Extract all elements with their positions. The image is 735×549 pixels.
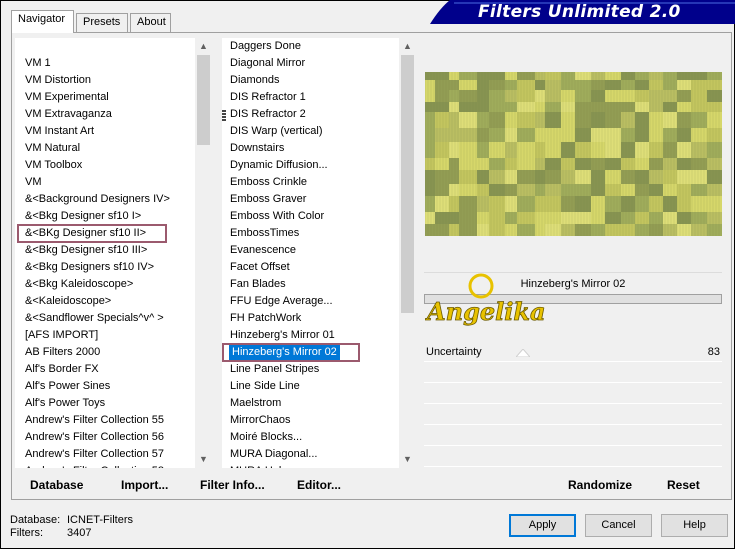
filter-info-button[interactable]: Filter Info... [200, 478, 265, 492]
category-scrollbar[interactable]: ▲ ▼ [195, 38, 212, 468]
list-item[interactable]: Hinzeberg's Mirror 01 [230, 327, 335, 344]
list-item[interactable]: Daggers Done [230, 38, 301, 55]
slider-marker-icon[interactable] [516, 349, 530, 357]
list-item[interactable]: VM Instant Art [25, 123, 94, 140]
list-item[interactable]: VM [25, 174, 42, 191]
param-row [424, 427, 722, 446]
param-row [424, 364, 722, 383]
list-item[interactable]: Andrew's Filter Collection 57 [25, 446, 164, 463]
list-item[interactable]: &<Bkg Designers sf10 IV> [25, 259, 154, 276]
list-item[interactable]: Andrew's Filter Collection 56 [25, 429, 164, 446]
param-row[interactable]: Uncertainty 83 [424, 343, 722, 362]
reset-button[interactable]: Reset [667, 478, 700, 492]
status-filters-value: 3407 [67, 527, 92, 539]
list-item[interactable]: VM Distortion [25, 72, 91, 89]
param-value: 83 [707, 346, 720, 358]
filter-scrollbar[interactable]: ▲ ▼ [399, 38, 416, 468]
scroll-up-icon[interactable]: ▲ [399, 38, 416, 55]
list-item[interactable]: &<Kaleidoscope> [25, 293, 111, 310]
highlight-box [17, 224, 167, 243]
list-item[interactable]: [AFS IMPORT] [25, 327, 98, 344]
status-filters: Filters: 3407 [10, 527, 91, 539]
editor-button[interactable]: Editor... [297, 478, 341, 492]
parameter-panel: Uncertainty 83 [424, 343, 722, 469]
list-item[interactable]: MURA Hole... [230, 463, 297, 468]
list-item[interactable]: MURA Diagonal... [230, 446, 317, 463]
tab-presets[interactable]: Presets [76, 13, 128, 32]
list-item[interactable]: Andrew's Filter Collection 55 [25, 412, 164, 429]
list-item[interactable]: VM Natural [25, 140, 80, 157]
param-label: Uncertainty [426, 346, 482, 358]
cancel-button[interactable]: Cancel [585, 514, 652, 537]
tab-about[interactable]: About [130, 13, 171, 32]
list-item[interactable]: Dynamic Diffusion... [230, 157, 328, 174]
param-row [424, 385, 722, 404]
list-item[interactable]: VM Extravaganza [25, 106, 112, 123]
import-button[interactable]: Import... [121, 478, 168, 492]
list-item[interactable]: &<Bkg Designer sf10 I> [25, 208, 141, 225]
list-item[interactable]: &<Bkg Designer sf10 III> [25, 242, 147, 259]
status-filters-label: Filters: [10, 527, 43, 539]
status-database-label: Database: [10, 514, 61, 526]
list-item[interactable]: Fan Blades [230, 276, 286, 293]
status-database: Database: ICNET-Filters [10, 514, 133, 526]
list-item[interactable]: DIS Warp (vertical) [230, 123, 323, 140]
scroll-down-icon[interactable]: ▼ [399, 451, 416, 468]
help-button[interactable]: Help [661, 514, 728, 537]
list-item[interactable]: Moiré Blocks... [230, 429, 302, 446]
preview-pattern [425, 72, 722, 236]
list-item[interactable]: Evanescence [230, 242, 296, 259]
list-item[interactable]: AB Filters 2000 [25, 344, 100, 361]
status-database-value: ICNET-Filters [67, 514, 133, 526]
list-item[interactable]: Alf's Power Toys [25, 395, 105, 412]
filter-list[interactable]: Daggers Done Diagonal Mirror Diamonds DIS R… [222, 38, 399, 468]
list-item[interactable]: EmbossTimes [230, 225, 299, 242]
list-item[interactable]: FFU Edge Average... [230, 293, 333, 310]
list-item[interactable]: &<Background Designers IV> [25, 191, 170, 208]
banner-title: Filters Unlimited 2.0 [478, 2, 681, 22]
list-item[interactable]: Andrew's Filter Collection 58 [25, 463, 164, 468]
scroll-down-icon[interactable]: ▼ [195, 451, 212, 468]
scroll-up-icon[interactable]: ▲ [195, 38, 212, 55]
tab-navigator[interactable]: Navigator [11, 10, 74, 33]
list-item[interactable]: Emboss Crinkle [230, 174, 307, 191]
scroll-thumb[interactable] [197, 55, 210, 145]
list-item[interactable]: Diagonal Mirror [230, 55, 305, 72]
scroll-thumb[interactable] [401, 55, 414, 313]
randomize-button[interactable]: Randomize [568, 478, 632, 492]
list-item[interactable]: Facet Offset [230, 259, 290, 276]
grip-icon [222, 110, 226, 122]
list-item[interactable]: VM Toolbox [25, 157, 82, 174]
list-item[interactable]: MirrorChaos [230, 412, 291, 429]
list-item[interactable]: Emboss Graver [230, 191, 306, 208]
watermark-text: Angelika [425, 297, 546, 326]
list-item[interactable]: VM 1 [25, 55, 51, 72]
category-list[interactable]: VM 1 VM Distortion VM Experimental VM Extra… [15, 38, 195, 468]
watermark-logo: Angelika [425, 268, 555, 328]
list-item[interactable]: &<Bkg Kaleidoscope> [25, 276, 133, 293]
list-item[interactable]: DIS Refractor 1 [230, 89, 306, 106]
list-item[interactable]: Alf's Border FX [25, 361, 99, 378]
list-item[interactable]: VM Experimental [25, 89, 109, 106]
list-item[interactable]: Downstairs [230, 140, 284, 157]
title-banner: Filters Unlimited 2.0 [430, 0, 735, 24]
list-item[interactable]: Maelstrom [230, 395, 281, 412]
list-item[interactable]: Alf's Power Sines [25, 378, 110, 395]
list-item[interactable]: Line Panel Stripes [230, 361, 319, 378]
database-button[interactable]: Database [30, 478, 83, 492]
apply-button[interactable]: Apply [509, 514, 576, 537]
param-row [424, 406, 722, 425]
list-item[interactable]: Emboss With Color [230, 208, 324, 225]
list-item[interactable]: Diamonds [230, 72, 280, 89]
highlight-box [222, 343, 360, 362]
list-item[interactable]: Line Side Line [230, 378, 300, 395]
filter-preview [425, 72, 722, 236]
list-item[interactable]: DIS Refractor 2 [230, 106, 306, 123]
list-item[interactable]: FH PatchWork [230, 310, 301, 327]
param-row [424, 448, 722, 467]
list-item[interactable]: &<Sandflower Specials^v^ > [25, 310, 164, 327]
